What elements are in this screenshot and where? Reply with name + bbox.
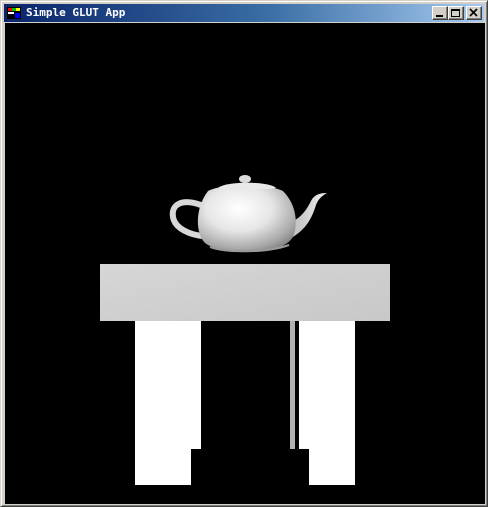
table-leg-left-shadow: [191, 449, 201, 485]
teapot-knob: [239, 175, 251, 183]
glut-app-icon[interactable]: [6, 5, 22, 21]
minimize-button[interactable]: [432, 6, 448, 20]
glut-render-area[interactable]: [5, 23, 485, 504]
close-button[interactable]: [466, 6, 482, 20]
app-window: Simple GLUT App: [0, 0, 488, 507]
maximize-button[interactable]: [448, 6, 464, 20]
table-legs: [135, 321, 355, 485]
teapot-lid: [218, 182, 276, 190]
teapot: [169, 175, 327, 253]
scene-canvas: [100, 175, 390, 485]
title-bar[interactable]: Simple GLUT App: [4, 4, 484, 22]
table-leg-right-shadow: [299, 449, 309, 485]
window-title: Simple GLUT App: [26, 6, 126, 19]
table-leg-back: [290, 321, 295, 449]
table-top: [100, 264, 390, 321]
close-icon: [469, 8, 478, 17]
teapot-body: [197, 185, 296, 252]
